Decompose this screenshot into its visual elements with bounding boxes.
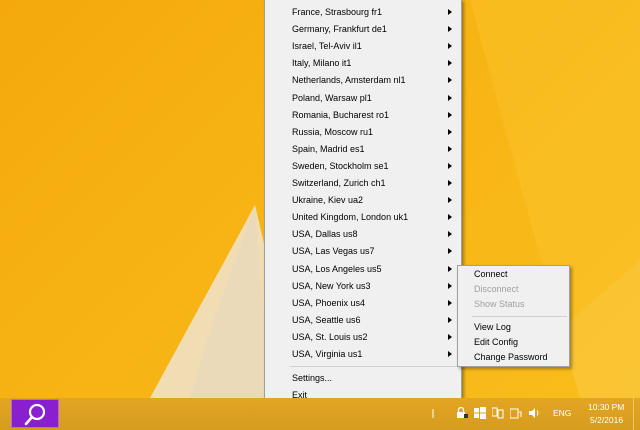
input-language-indicator[interactable]: ENG	[553, 408, 571, 418]
volume-icon[interactable]	[528, 407, 540, 419]
menu-item-server[interactable]: Sweden, Stockholm se1	[265, 158, 461, 175]
submenu-arrow-icon	[448, 9, 452, 15]
submenu-arrow-icon	[448, 282, 452, 289]
show-hidden-icons-chevron-icon[interactable]	[430, 407, 436, 419]
submenu-arrow-icon	[448, 26, 452, 33]
menu-item-label: Ukraine, Kiev ua2	[292, 195, 364, 206]
submenu-arrow-icon	[448, 333, 452, 340]
menu-item-label: France, Strasbourg fr1	[292, 7, 383, 17]
submenu-arrow-icon	[448, 231, 452, 238]
menu-item-server[interactable]: Italy, Milano it1	[265, 55, 461, 72]
menu-item-label: Israel, Tel-Aviv il1	[292, 41, 362, 52]
menu-item-label: United Kingdom, London uk1	[292, 212, 409, 223]
submenu-arrow-icon	[448, 248, 452, 255]
menu-item-label: Spain, Madrid es1	[292, 143, 365, 154]
context-menu-servers: France, Strasbourg fr1 Germany, Frankfurt…	[264, 0, 462, 413]
menu-item-server[interactable]: France, Strasbourg fr1	[265, 4, 461, 21]
submenu-arrow-icon	[448, 265, 452, 272]
menu-item-server[interactable]: USA, New York us3	[265, 278, 461, 295]
menu-item-label: Switzerland, Zurich ch1	[292, 178, 386, 188]
menu-item-change-password[interactable]: Change Password	[458, 349, 569, 366]
menu-item-server[interactable]: USA, Phoenix us4	[265, 295, 461, 312]
submenu-arrow-icon	[448, 197, 452, 204]
clock-time[interactable]: 10:30 PM	[588, 402, 624, 412]
menu-item-settings[interactable]: Settings...	[265, 370, 461, 387]
menu-item-label: USA, Dallas us8	[292, 229, 358, 240]
menu-item-label: Sweden, Stockholm se1	[292, 160, 389, 171]
menu-item-label: Romania, Bucharest ro1	[292, 109, 390, 120]
menu-item-show-status: Show Status	[474, 299, 525, 309]
menu-item-server[interactable]: United Kingdom, London uk1	[265, 209, 461, 226]
submenu-arrow-icon	[448, 111, 452, 118]
submenu-arrow-icon	[448, 180, 452, 186]
network-computer-icon[interactable]	[492, 407, 504, 419]
menu-item-server[interactable]: USA, Dallas us8	[265, 226, 461, 243]
menu-item-server[interactable]: Spain, Madrid es1	[265, 141, 461, 158]
menu-item-label: Netherlands, Amsterdam nl1	[292, 75, 406, 86]
server-submenu: Connect Disconnect Show Status View Log …	[457, 265, 570, 367]
show-desktop-button[interactable]	[633, 398, 634, 430]
menu-item-server[interactable]: Switzerland, Zurich ch1	[265, 175, 461, 192]
menu-item-label: USA, Las Vegas us7	[292, 246, 375, 257]
menu-item-server[interactable]: Ukraine, Kiev ua2	[265, 192, 461, 209]
menu-separator	[290, 366, 459, 368]
taskbar: ENG 10:30 PM 5/2/2016	[0, 398, 640, 430]
menu-item-server[interactable]: Israel, Tel-Aviv il1	[265, 38, 461, 55]
search-icon	[24, 403, 46, 426]
submenu-arrow-icon	[448, 77, 452, 84]
submenu-arrow-icon	[448, 299, 452, 306]
menu-item-label: USA, Los Angeles us5	[292, 263, 382, 274]
submenu-arrow-icon	[448, 94, 452, 101]
vpn-lock-icon[interactable]	[456, 407, 468, 419]
menu-item-server[interactable]: Russia, Moscow ru1	[265, 124, 461, 141]
menu-item-server[interactable]: Poland, Warsaw pl1	[265, 90, 461, 107]
windows-flag-icon[interactable]	[474, 407, 486, 419]
menu-item-label: Italy, Milano it1	[292, 58, 352, 69]
menu-separator	[472, 316, 567, 317]
menu-item-server[interactable]: USA, Los Angeles us5	[265, 261, 461, 278]
submenu-arrow-icon	[448, 316, 452, 323]
submenu-arrow-icon	[448, 128, 452, 135]
menu-item-label: USA, St. Louis us2	[292, 331, 368, 342]
clock-date[interactable]: 5/2/2016	[590, 415, 623, 425]
submenu-arrow-icon	[448, 162, 452, 169]
menu-item-server[interactable]: Germany, Frankfurt de1	[265, 21, 461, 38]
submenu-arrow-icon	[448, 214, 452, 221]
menu-item-server[interactable]: USA, Seattle us6	[265, 312, 461, 329]
submenu-arrow-icon	[448, 351, 452, 357]
menu-item-label: USA, Seattle us6	[292, 314, 361, 325]
menu-item-label: Russia, Moscow ru1	[292, 126, 374, 137]
menu-item-label: Germany, Frankfurt de1	[292, 24, 387, 35]
submenu-arrow-icon	[448, 60, 452, 67]
menu-item-label: USA, Phoenix us4	[292, 297, 366, 308]
menu-item-server[interactable]: Netherlands, Amsterdam nl1	[265, 72, 461, 89]
menu-item-server[interactable]: Romania, Bucharest ro1	[265, 107, 461, 124]
menu-item-server[interactable]: USA, Virginia us1	[265, 346, 461, 363]
menu-item-label: USA, Virginia us1	[292, 349, 363, 359]
menu-item-label: USA, New York us3	[292, 280, 371, 291]
menu-item-server[interactable]: USA, Las Vegas us7	[265, 243, 461, 260]
menu-item-server[interactable]: USA, St. Louis us2	[265, 329, 461, 346]
submenu-arrow-icon	[448, 145, 452, 152]
safely-remove-hardware-icon[interactable]	[510, 407, 522, 419]
menu-item-label: Poland, Warsaw pl1	[292, 92, 372, 103]
submenu-arrow-icon	[448, 43, 452, 50]
search-button[interactable]	[11, 399, 59, 428]
